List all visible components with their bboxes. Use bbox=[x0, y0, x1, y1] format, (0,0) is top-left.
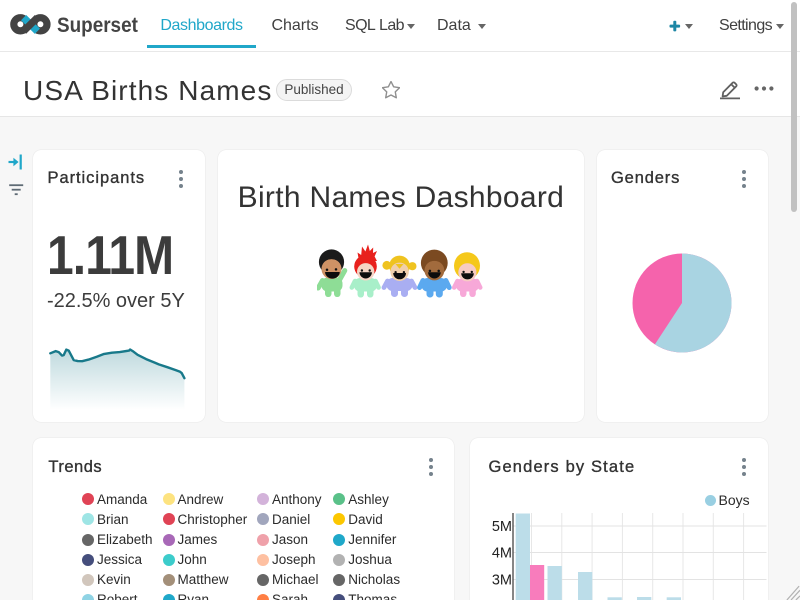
svg-text:5M: 5M bbox=[491, 519, 511, 535]
svg-text:3M: 3M bbox=[491, 573, 511, 589]
svg-text:4M: 4M bbox=[491, 546, 511, 562]
